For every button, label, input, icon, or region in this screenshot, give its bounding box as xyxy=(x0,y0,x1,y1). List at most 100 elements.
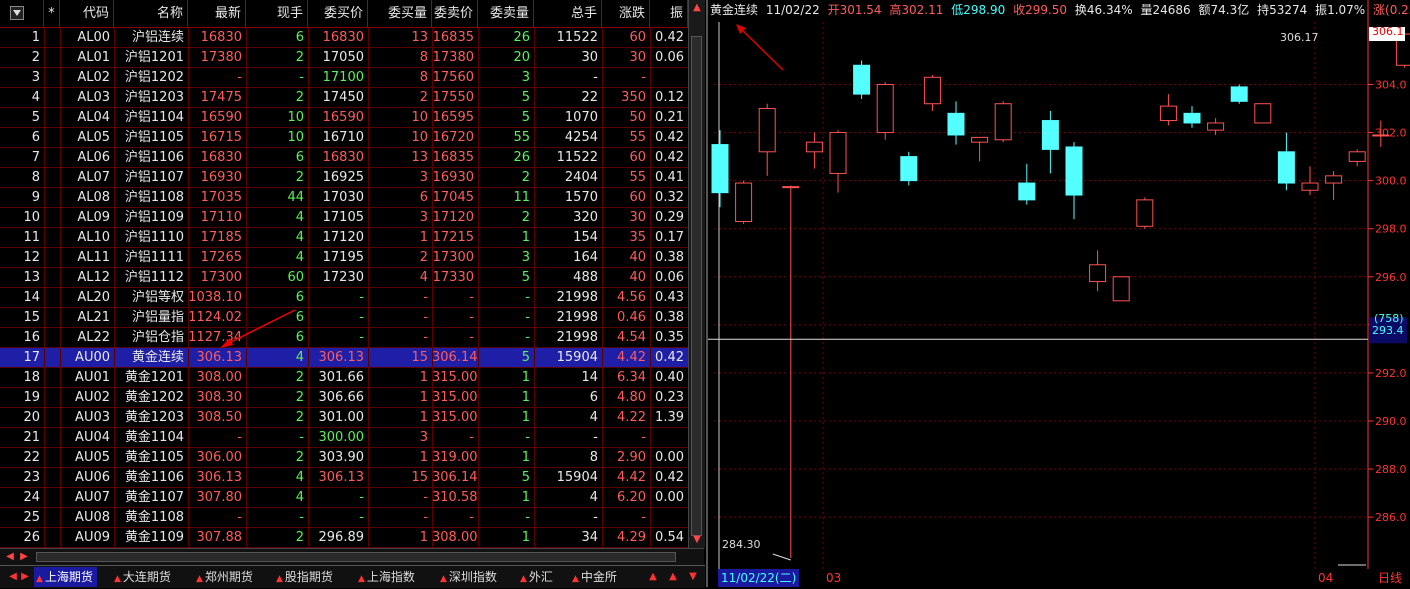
table-row[interactable]: 10 AL09 沪铝1109 17110 4 17105 3 17120 2 320 30 0.29 xyxy=(0,208,688,228)
table-row[interactable]: 5 AL04 沪铝1104 16590 10 16590 10 16595 5 1070 50 0.2… xyxy=(0,108,688,128)
cell-askq: 5 xyxy=(521,350,530,365)
header-bid-volume[interactable]: 委买量 xyxy=(368,0,432,27)
candle-body-up xyxy=(735,182,753,222)
cell-code: AL08 xyxy=(77,190,110,205)
vertical-scroll-thumb[interactable] xyxy=(691,36,702,536)
info-close: 收299.50 xyxy=(1013,3,1068,17)
table-row[interactable]: 12 AL11 沪铝1111 17265 4 17195 2 17300 3 164 40 0.38 xyxy=(0,248,688,268)
header-current-volume[interactable]: 现手 xyxy=(246,0,308,27)
tab-market-2[interactable]: ▲ 郑州期货 xyxy=(194,567,257,587)
cell-last: 17265 xyxy=(200,250,242,265)
cell-ask: 17330 xyxy=(432,270,474,285)
info-change: 涨(0.23)0. xyxy=(1373,3,1410,17)
scroll-left-icon[interactable]: ◀ xyxy=(4,551,16,563)
tab-market-1[interactable]: ▲ 大连期货 xyxy=(112,567,175,587)
cell-bid: 306.13 xyxy=(318,470,365,485)
kline-chart-panel[interactable]: 286.0288.0290.0292.0294.0296.0298.0300.0… xyxy=(706,0,1410,587)
scroll-down-icon[interactable]: ▼ xyxy=(691,534,703,546)
cell-bidq: 3 xyxy=(419,170,428,185)
header-last-price[interactable]: 最新 xyxy=(188,0,246,27)
scroll-right-icon[interactable]: ▶ xyxy=(18,551,30,563)
cell-amp: 0.00 xyxy=(655,450,684,465)
vertical-scrollbar[interactable]: ▲ ▼ xyxy=(688,0,705,548)
table-row[interactable]: 15 AL21 沪铝量指 1124.02 6 - - - - 21998 0.46 0.38 xyxy=(0,308,688,328)
cell-n: 11 xyxy=(23,230,40,245)
candle-body-down xyxy=(1041,120,1059,150)
scroll-up-icon[interactable]: ▲ xyxy=(691,2,703,14)
header-ask-price[interactable]: 委卖价 xyxy=(432,0,478,27)
tab-scroll-left-icon[interactable]: ▲ xyxy=(646,567,660,587)
table-row[interactable]: 14 AL20 沪铝等权 1038.10 6 - - - - 21998 4.56 0.43 xyxy=(0,288,688,308)
cell-bidq: 2 xyxy=(419,90,428,105)
cell-n: 13 xyxy=(23,270,40,285)
table-row[interactable]: 13 AL12 沪铝1112 17300 60 17230 4 17330 5 488 40 0.06 xyxy=(0,268,688,288)
header-code[interactable]: 代码 xyxy=(60,0,114,27)
header-amplitude[interactable]: 振 xyxy=(650,0,688,27)
cell-code: AL05 xyxy=(77,130,110,145)
tab-market-4[interactable]: ▲ 上海指数 xyxy=(356,567,419,587)
horizontal-scroll-thumb[interactable] xyxy=(36,552,676,562)
horizontal-scrollbar[interactable]: ◀ ▶ xyxy=(0,548,704,565)
table-row[interactable]: 26 AU09 黄金1109 307.88 2 296.89 1 308.00 1 34 4.29 0… xyxy=(0,528,688,548)
table-row[interactable]: 18 AU01 黄金1201 308.00 2 301.66 1 315.00 1 14 6.34 0… xyxy=(0,368,688,388)
header-change[interactable]: 涨跌 xyxy=(602,0,650,27)
cell-amp: 0.42 xyxy=(655,130,684,145)
cell-askq: 1 xyxy=(521,230,530,245)
table-row[interactable]: 21 AU04 黄金1104- -300.00 3- - - - xyxy=(0,428,688,448)
tab-market-3[interactable]: ▲ 股指期货 xyxy=(274,567,337,587)
tab-market-0[interactable]: ▲ 上海期货 xyxy=(34,567,97,587)
cell-vol: 2 xyxy=(295,90,304,105)
cell-code: AU06 xyxy=(75,470,110,485)
header-favorite-flag[interactable]: * xyxy=(44,0,60,27)
table-row[interactable]: 4 AL03 沪铝1203 17475 2 17450 2 17550 5 22 350 0.12 xyxy=(0,88,688,108)
table-row[interactable]: 2 AL01 沪铝1201 17380 2 17050 8 17380 20 30 30 0.06 xyxy=(0,48,688,68)
table-row[interactable]: 25 AU08 黄金1108 - - - - - - - - xyxy=(0,508,688,528)
table-row[interactable]: 23 AU06 黄金1106 306.13 4 306.13 15 306.14 5 15904 4… xyxy=(0,468,688,488)
table-row[interactable]: 8 AL07 沪铝1107 16930 2 16925 3 16930 2 2404 55 0.41 xyxy=(0,168,688,188)
cell-code: AU07 xyxy=(75,490,110,505)
tab-market-5[interactable]: ▲ 深圳指数 xyxy=(438,567,501,587)
cell-vol: 2 xyxy=(295,410,304,425)
tab-market-6[interactable]: ▲ 外汇 xyxy=(518,567,557,587)
cell-bidq: - xyxy=(423,510,428,525)
cell-chg: 30 xyxy=(629,210,646,225)
cell-total: 6 xyxy=(589,390,598,405)
table-row[interactable]: 22 AU05 黄金1105 306.00 2 303.90 1 319.00 1 8 2.90 0.… xyxy=(0,448,688,468)
table-row[interactable]: 17 AU00 黄金连续 306.13 4 306.13 15 306.14 5 15904 4.4… xyxy=(0,348,688,368)
header-total-volume[interactable]: 总手 xyxy=(534,0,602,27)
cell-chg: - xyxy=(641,70,646,85)
column-divider xyxy=(246,28,247,548)
table-row[interactable]: 7 AL06 沪铝1106 16830 6 16830 13 16835 26 11522 60 0.… xyxy=(0,148,688,168)
cell-amp: 0.42 xyxy=(655,150,684,165)
cell-last: 17110 xyxy=(200,210,242,225)
table-row[interactable]: 9 AL08 沪铝1108 17035 44 17030 6 17045 11 1570 60 0.3… xyxy=(0,188,688,208)
cell-chg: 4.54 xyxy=(617,330,646,345)
cell-askq: - xyxy=(525,290,530,305)
dropdown-triangle-icon[interactable] xyxy=(10,6,24,20)
tab-label: 股指期货 xyxy=(284,570,333,584)
candle-body-up xyxy=(1159,105,1177,122)
tab-scroll-right-icon[interactable]: ▲ xyxy=(666,567,680,587)
tab-menu-icon[interactable]: ▼ xyxy=(686,567,700,587)
period-label-daily[interactable]: 日线 xyxy=(1378,569,1402,587)
header-bid-price[interactable]: 委买价 xyxy=(308,0,368,27)
cell-n: 6 xyxy=(31,130,40,145)
cell-bidq: - xyxy=(423,330,428,345)
tab-market-7[interactable]: ▲ 中金所 xyxy=(570,567,621,587)
tab-next-icon[interactable]: ▶ xyxy=(18,567,32,587)
header-name[interactable]: 名称 xyxy=(114,0,188,27)
header-ask-volume[interactable]: 委卖量 xyxy=(478,0,534,27)
column-divider xyxy=(114,28,115,548)
table-row[interactable]: 24 AU07 黄金1107 307.80 4- -310.58 1 4 6.20 0.00 xyxy=(0,488,688,508)
table-row[interactable]: 16 AL22 沪铝仓指 1127.34 6 - - - - 21998 4.54 0.35 xyxy=(0,328,688,348)
table-row[interactable]: 20 AU03 黄金1203 308.50 2 301.00 1 315.00 1 4 4.22 1.… xyxy=(0,408,688,428)
table-row[interactable]: 6 AL05 沪铝1105 16715 10 16710 10 16720 55 4254 55 0.… xyxy=(0,128,688,148)
cell-name: 沪铝1107 xyxy=(124,170,184,185)
table-row[interactable]: 1 AL00 沪铝连续 16830 6 16830 13 16835 26 11522 60 0.42 xyxy=(0,28,688,48)
cell-n: 23 xyxy=(23,470,40,485)
table-row[interactable]: 3 AL02 沪铝1202 - - 17100 8 17560 3 - - xyxy=(0,68,688,88)
cell-n: 7 xyxy=(31,150,40,165)
candlestick-chart[interactable]: 286.0288.0290.0292.0294.0296.0298.0300.0… xyxy=(708,0,1410,569)
table-row[interactable]: 11 AL10 沪铝1110 17185 4 17120 1 17215 1 154 35 0.17 xyxy=(0,228,688,248)
table-row[interactable]: 19 AU02 黄金1202 308.30 2 306.66 1 315.00 1 6 4.80 0.… xyxy=(0,388,688,408)
